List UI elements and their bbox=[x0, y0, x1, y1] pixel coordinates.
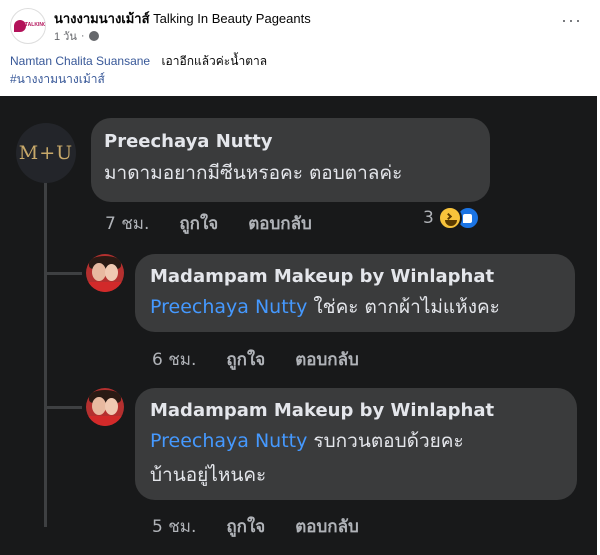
comment-like-button: ถูกใจ bbox=[179, 214, 219, 234]
reply-text: Preechaya Nutty ใช่คะ ตากผ้าไม่แห้งคะ bbox=[150, 296, 500, 318]
reply-actions: 5 ชม. ถูกใจ ตอบกลับ bbox=[152, 513, 359, 540]
reaction-summary: 3 bbox=[423, 206, 480, 230]
comment-screenshot[interactable]: M+U Preechaya Nutty มาดามอยากมีซีนหรอคะ … bbox=[0, 96, 597, 555]
post-time[interactable]: 1 วัน bbox=[54, 27, 77, 45]
reply-actions: 6 ชม. ถูกใจ ตอบกลับ bbox=[152, 346, 359, 373]
reply-reply-button: ตอบกลับ bbox=[295, 517, 359, 537]
reaction-count: 3 bbox=[423, 208, 434, 228]
reply-bubble: Madampam Makeup by Winlaphat Preechaya N… bbox=[135, 388, 577, 500]
reply-time: 5 ชม. bbox=[152, 517, 197, 537]
thread-branch bbox=[44, 406, 82, 409]
post-body: เอาอีกแล้วค่ะน้ำตาล bbox=[161, 54, 268, 68]
reply-text: Preechaya Nutty รบกวนตอบด้วยคะ bbox=[150, 430, 464, 452]
commenter-avatar: M+U bbox=[16, 123, 76, 183]
group-name-link[interactable]: Talking In Beauty Pageants bbox=[153, 11, 311, 26]
comment-time: 7 ชม. bbox=[105, 214, 150, 234]
replier-avatar bbox=[86, 254, 124, 292]
post-header: TALKING นางงามนางเม้าส์ Talking In Beaut… bbox=[0, 0, 600, 96]
reply-bubble: Madampam Makeup by Winlaphat Preechaya N… bbox=[135, 254, 575, 332]
comment-bubble: Preechaya Nutty มาดามอยากมีซีนหรอคะ ตอบต… bbox=[91, 118, 490, 202]
post-title: นางงามนางเม้าส์ Talking In Beauty Pagean… bbox=[54, 8, 311, 29]
reply-text-line2: บ้านอยู่ไหนคะ bbox=[150, 464, 267, 486]
thread-branch bbox=[44, 272, 82, 275]
post-meta: 1 วัน · bbox=[54, 27, 99, 45]
comment-reply-button: ตอบกลับ bbox=[248, 214, 312, 234]
reply-mention: Preechaya Nutty bbox=[150, 296, 308, 318]
reply-time: 6 ชม. bbox=[152, 350, 197, 370]
reply-like-button: ถูกใจ bbox=[226, 350, 266, 370]
more-options-icon[interactable]: ··· bbox=[561, 10, 582, 31]
reply-author: Madampam Makeup by Winlaphat bbox=[150, 266, 495, 287]
haha-icon bbox=[437, 206, 462, 230]
page-name-link[interactable]: นางงามนางเม้าส์ bbox=[54, 11, 150, 26]
globe-icon bbox=[88, 31, 99, 41]
reply-mention: Preechaya Nutty bbox=[150, 430, 308, 452]
hashtag-link[interactable]: #นางงามนางเม้าส์ bbox=[10, 70, 105, 89]
comment-author: Preechaya Nutty bbox=[104, 131, 273, 152]
logo-text: TALKING bbox=[25, 22, 46, 28]
comment-text: มาดามอยากมีซีนหรอคะ ตอบตาลค่ะ bbox=[104, 162, 403, 184]
post-text: Namtan Chalita Suansane เอาอีกแล้วค่ะน้ำ… bbox=[10, 52, 267, 71]
reply-reply-button: ตอบกลับ bbox=[295, 350, 359, 370]
comment-actions: 7 ชม. ถูกใจ ตอบกลับ bbox=[105, 210, 312, 237]
reply-like-button: ถูกใจ bbox=[226, 517, 266, 537]
thread-line bbox=[44, 182, 47, 527]
mention-link[interactable]: Namtan Chalita Suansane bbox=[10, 54, 150, 68]
page-avatar[interactable]: TALKING bbox=[10, 8, 46, 44]
replier-avatar bbox=[86, 388, 124, 426]
reply-author: Madampam Makeup by Winlaphat bbox=[150, 400, 495, 421]
